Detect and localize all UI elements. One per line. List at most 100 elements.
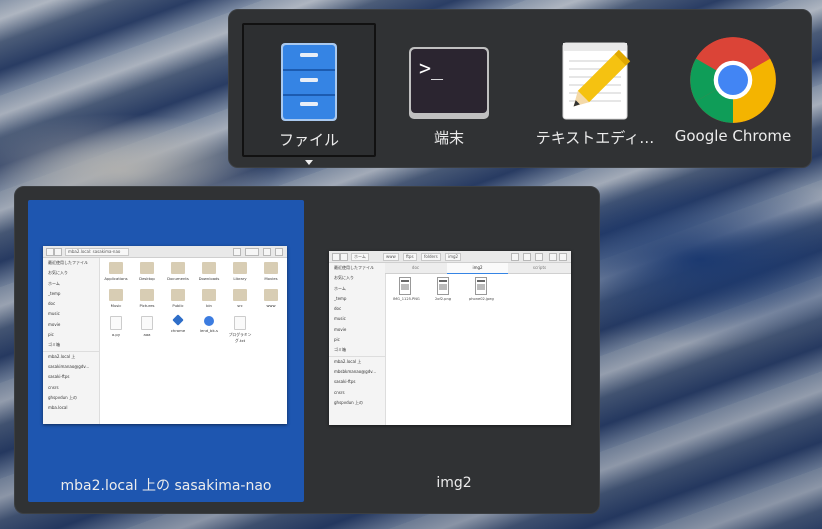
sidebar-item: mba.local: [48, 405, 68, 411]
sidebar-item: movie: [334, 326, 347, 332]
sidebar-item: movie: [48, 321, 61, 327]
document-icon: [141, 316, 153, 330]
selection-arrow-icon: [305, 160, 313, 165]
app-google-chrome[interactable]: Google Chrome: [666, 23, 800, 157]
folder-item: bin: [194, 289, 224, 308]
folder-item: Documents: [163, 262, 193, 281]
thumbnail-toolbar: mba2.local: sasakima-nao: [43, 246, 287, 258]
chrome-icon: [690, 37, 776, 123]
menu-icon: [535, 253, 543, 261]
sidebar-item: doc: [334, 306, 342, 312]
sidebar-item: ゴミ箱: [334, 347, 346, 353]
folder-item: Pictures: [132, 289, 162, 308]
window-label: mba2.local 上の sasakima-nao: [60, 478, 272, 494]
folder-icon: [140, 262, 154, 274]
window-thumbnail: ホーム www ftps folders img2 最近使用したファイル お気に…: [329, 251, 571, 425]
image-file-item: IMG_1125.PNG: [393, 277, 420, 301]
window-switcher: mba2.local: sasakima-nao 最近使用したファイル お気に入…: [14, 186, 600, 514]
folder-icon: [264, 289, 278, 301]
sidebar-item: お気に入り: [48, 270, 68, 276]
file-item: a.py: [101, 316, 131, 337]
sidebar-item: mbsbkmanao@gdv...: [334, 368, 377, 374]
file-item: lend_bk-s: [194, 316, 224, 333]
window-item-sasakima-nao[interactable]: mba2.local: sasakima-nao 最近使用したファイル お気に入…: [28, 200, 304, 502]
folder-item: Downloads: [194, 262, 224, 281]
forward-icon: [54, 248, 62, 256]
sidebar-item: mba2.local 上: [329, 355, 385, 367]
document-icon: [110, 316, 122, 330]
image-file-icon: [399, 277, 411, 295]
sidebar-item: music: [48, 311, 60, 317]
sidebar-item: _temp: [48, 290, 61, 296]
sidebar-item: music: [334, 316, 346, 322]
folder-icon: [171, 262, 185, 274]
app-icon: [172, 314, 184, 326]
thumbnail-file-grid: Applications Desktop Documents Downloads…: [101, 260, 285, 424]
view-options-icon: [523, 253, 531, 261]
close-icon: [275, 248, 283, 256]
terminal-icon: >_: [409, 47, 489, 119]
folder-icon: [233, 262, 247, 274]
view-options-icon: [245, 248, 259, 256]
sidebar-item: doc: [48, 301, 56, 307]
path-segment: folders: [421, 253, 441, 261]
window-thumbnail: mba2.local: sasakima-nao 最近使用したファイル お気に入…: [43, 246, 287, 424]
folder-item: Movies: [256, 262, 286, 281]
app-label: Google Chrome: [674, 127, 792, 145]
tab-img2: img2: [447, 263, 508, 274]
sidebar-item: 最近使用したファイル: [48, 260, 88, 265]
sidebar-item: ghspvdun 上の: [48, 394, 77, 400]
app-terminal[interactable]: >_ 端末: [382, 23, 516, 157]
sidebar-item: お気に入り: [334, 275, 354, 281]
folder-item: Applications: [101, 262, 131, 281]
thumbnail-toolbar: ホーム www ftps folders img2: [329, 251, 571, 263]
text-editor-icon: [562, 42, 631, 120]
folder-icon: [233, 289, 247, 301]
folder-item: Public: [163, 289, 193, 308]
sidebar-item: pic: [334, 337, 340, 343]
menu-icon: [263, 248, 271, 256]
sidebar-item: sasakimanao@gdv...: [48, 363, 90, 369]
document-icon: [234, 316, 246, 330]
sidebar-item: mba2.local 上: [43, 350, 99, 362]
folder-icon: [109, 262, 123, 274]
back-icon: [332, 253, 340, 261]
image-file-icon: [475, 277, 487, 295]
sidebar-item: ホーム: [48, 280, 60, 286]
thumbnail-sidebar: 最近使用したファイル お気に入り ホーム _temp doc music mov…: [43, 258, 100, 424]
thumbnail-sidebar: 最近使用したファイル お気に入り ホーム _temp doc music mov…: [329, 263, 386, 425]
sidebar-item: cnsrs: [334, 389, 345, 395]
path-segment: img2: [445, 253, 462, 261]
app-text-editor[interactable]: テキストエディ…: [528, 23, 662, 157]
folder-item: Library: [225, 262, 255, 281]
tab-scripts: scripts: [532, 265, 547, 270]
sidebar-item: sasaki-ftps: [48, 374, 70, 380]
sidebar-item: 最近使用したファイル: [334, 265, 374, 270]
folder-item: src: [225, 289, 255, 308]
forward-icon: [340, 253, 348, 261]
folder-item: Desktop: [132, 262, 162, 281]
path-segment: ホーム: [351, 253, 369, 261]
file-item: chrome: [163, 314, 193, 333]
window-item-img2[interactable]: ホーム www ftps folders img2 最近使用したファイル お気に…: [316, 200, 592, 502]
close-icon: [559, 253, 567, 261]
tab-doc: doc: [411, 265, 420, 270]
path-segment: www: [383, 253, 399, 261]
image-file-item: 2of2.png: [431, 277, 455, 301]
folder-icon: [109, 289, 123, 301]
path-bar: mba2.local: sasakima-nao: [65, 248, 129, 256]
app-label: 端末: [433, 129, 464, 147]
sidebar-item: ghspvdun 上の: [334, 399, 363, 405]
folder-icon: [202, 262, 216, 274]
app-files[interactable]: ファイル: [242, 23, 376, 165]
minimize-icon: [549, 253, 557, 261]
sidebar-item: cnsrs: [48, 384, 59, 390]
back-icon: [46, 248, 54, 256]
globe-icon: [204, 316, 214, 326]
app-switcher: ファイル >_ 端末 テキストエディ… Google Chrome: [228, 9, 812, 168]
image-file-icon: [437, 277, 449, 295]
folder-icon: [140, 289, 154, 301]
sidebar-item: _temp: [334, 295, 347, 301]
folder-icon: [202, 289, 216, 301]
folder-icon: [171, 289, 185, 301]
